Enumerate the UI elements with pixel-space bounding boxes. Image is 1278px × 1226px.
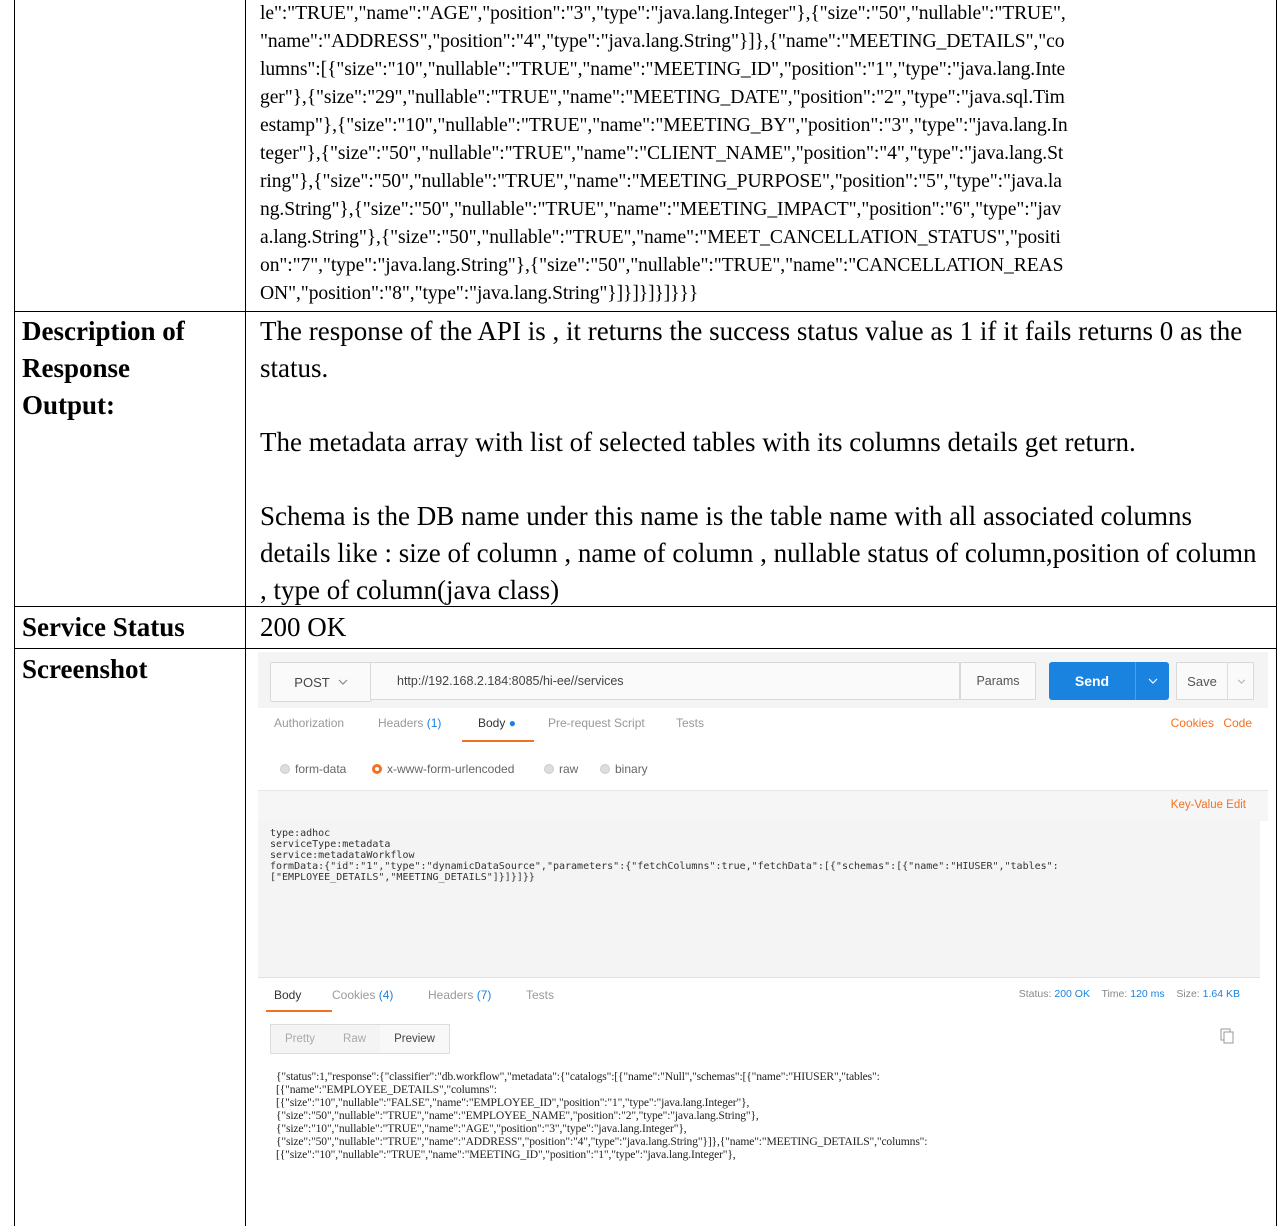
service-status-label: Service Status [22,612,185,642]
row-divider-1 [14,311,1277,312]
json-line: ring"},{"size":"50","nullable":"TRUE","n… [260,171,1062,192]
json-line: ng.String"},{"size":"50","nullable":"TRU… [260,199,1062,220]
screenshot-label: Screenshot [22,654,148,684]
cookies-link[interactable]: Cookies [1171,716,1214,730]
radio-urlencoded[interactable]: x-www-form-urlencoded [372,762,514,776]
active-tab-indicator [462,740,534,742]
radio-dot [372,764,382,774]
chevron-down-icon [1237,678,1246,684]
radio-raw[interactable]: raw [544,762,578,776]
status-value: 200 OK [1054,988,1090,1000]
description-para-1: The response of the API is , it returns … [260,316,1243,383]
time-value: 120 ms [1130,988,1165,1000]
description-para-2: The metadata array with list of selected… [260,427,1136,457]
table-column-divider [245,0,246,1226]
code-link[interactable]: Code [1223,716,1252,730]
raw-button[interactable]: Raw [329,1025,380,1053]
tab-body[interactable]: Body ● [478,716,516,730]
radio-binary[interactable]: binary [600,762,648,776]
save-button[interactable]: Save [1176,662,1254,700]
request-bar: POST http://192.168.2.184:8085/hi-ee//se… [258,652,1268,708]
send-dropdown[interactable] [1135,662,1170,700]
json-line: teger"},{"size":"50","nullable":"TRUE","… [260,143,1064,164]
request-tab-links: Cookies Code [1171,716,1252,730]
response-format-buttons: Pretty Raw Preview [270,1024,450,1054]
table-border-left [14,0,15,1226]
size-label: Size: [1176,988,1200,1000]
method-select[interactable]: POST [270,662,372,702]
copy-icon[interactable] [1220,1028,1234,1044]
json-line: ON","position":"8","type":"java.lang.Str… [260,283,699,304]
response-tab-body[interactable]: Body [274,988,301,1002]
json-line: a.lang.String"},{"size":"50","nullable":… [260,227,1061,248]
size-value: 1.64 KB [1202,988,1240,1000]
description-label-line: Output: [22,390,116,420]
tab-authorization[interactable]: Authorization [274,716,344,730]
response-tab-cookies-label: Cookies [332,988,376,1002]
chevron-down-icon [1148,678,1158,684]
body-type-options: form-data x-www-form-urlencoded raw bina… [258,752,1268,786]
description-label-line: Description of [22,316,185,346]
tab-headers-label: Headers [378,716,424,730]
response-tab-indicator [266,1010,332,1012]
response-area: Pretty Raw Preview {"status":1,"response… [258,1014,1268,1210]
radio-label: form-data [295,762,347,776]
params-button[interactable]: Params [960,662,1036,700]
url-input[interactable]: http://192.168.2.184:8085/hi-ee//service… [370,662,960,700]
request-body-editor[interactable]: type:adhoc serviceType:metadata service:… [258,820,1260,978]
radio-label: raw [559,762,579,776]
json-line: lumns":[{"size":"10","nullable":"TRUE","… [260,59,1066,80]
radio-form-data[interactable]: form-data [280,762,346,776]
response-tab-cookies-count: (4) [378,988,394,1002]
response-tab-cookies[interactable]: Cookies (4) [332,988,393,1002]
send-button[interactable]: Send [1049,662,1169,700]
json-line: estamp"},{"size":"10","nullable":"TRUE",… [260,115,1068,136]
response-tab-headers[interactable]: Headers (7) [428,988,491,1002]
radio-dot [600,764,610,774]
response-tab-headers-count: (7) [476,988,492,1002]
save-dropdown[interactable] [1227,663,1255,699]
key-value-edit-link[interactable]: Key-Value Edit [1171,799,1246,811]
response-body-preview: {"status":1,"response":{"classifier":"db… [276,1070,928,1161]
postman-screenshot: POST http://192.168.2.184:8085/hi-ee//se… [258,652,1268,1210]
tab-tests[interactable]: Tests [676,716,704,730]
table-border-right [1276,0,1277,1226]
key-value-bar: Key-Value Edit [258,790,1268,821]
modified-dot-icon: ● [508,716,516,730]
row-divider-3 [14,648,1277,649]
method-label: POST [294,674,330,690]
send-label: Send [1074,673,1110,689]
json-line: "name":"ADDRESS","position":"4","type":"… [260,31,1065,52]
response-status-line: Status: 200 OK Time: 120 ms Size: 1.64 K… [1019,988,1240,1000]
radio-dot [280,764,290,774]
time-label: Time: [1101,988,1128,1000]
response-tab-headers-label: Headers [428,988,474,1002]
json-line: ger"},{"size":"29","nullable":"TRUE","na… [260,87,1065,108]
radio-dot [544,764,554,774]
description-label: Description of Response Output: [22,313,185,424]
radio-label: binary [615,762,648,776]
radio-label: x-www-form-urlencoded [387,762,515,776]
tab-headers[interactable]: Headers (1) [378,716,441,730]
tab-headers-count: (1) [426,716,442,730]
preview-button[interactable]: Preview [380,1025,449,1053]
description-label-line: Response [22,353,131,383]
save-label: Save [1187,673,1217,689]
pretty-button[interactable]: Pretty [271,1025,329,1053]
json-line: le":"TRUE","name":"AGE","position":"3","… [260,3,1066,24]
status-label: Status: [1018,988,1052,1000]
description-para-3: Schema is the DB name under this name is… [260,501,1257,605]
chevron-down-icon [338,679,348,685]
tab-body-label: Body [478,716,506,730]
json-line: on":"7","type":"java.lang.String"},{"siz… [260,255,1064,276]
response-json-continuation: le":"TRUE","name":"AGE","position":"3","… [260,0,1270,308]
tab-prerequest[interactable]: Pre-request Script [548,716,645,730]
service-status-value: 200 OK [260,612,347,642]
response-tab-tests[interactable]: Tests [526,988,554,1002]
